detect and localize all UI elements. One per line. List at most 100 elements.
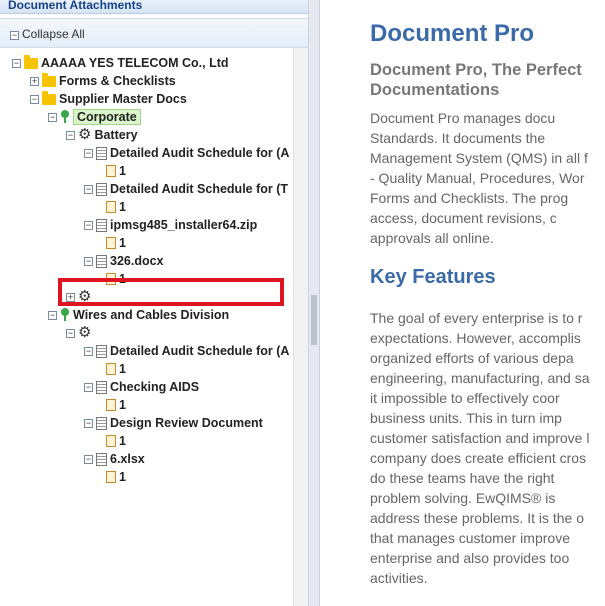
tree-node-label: Wires and Cables Division xyxy=(73,308,230,322)
collapse-toggle-icon[interactable]: − xyxy=(30,94,39,104)
tree-node-supplier[interactable]: − Supplier Master Docs xyxy=(30,90,187,108)
document-tree: − AAAAA YES TELECOM Co., Ltd + Forms & C… xyxy=(0,54,293,606)
text-line: Forms and Checklists. The prog xyxy=(370,190,569,206)
file-icon xyxy=(106,471,116,483)
location-pin-icon xyxy=(60,308,70,322)
collapse-toggle-icon[interactable]: − xyxy=(84,220,93,230)
text-line: customer satisfaction and improve l xyxy=(370,430,590,446)
tree-node-doc[interactable]: − Detailed Audit Schedule for (A xyxy=(84,342,289,360)
tree-node-label: 1 xyxy=(119,164,126,178)
tree-node-label: 1 xyxy=(119,398,126,412)
tree-node-root[interactable]: − AAAAA YES TELECOM Co., Ltd xyxy=(12,54,229,72)
text-line: approvals all online. xyxy=(370,230,494,246)
folder-icon xyxy=(24,54,38,69)
file-icon xyxy=(106,201,116,213)
tree-node-doc[interactable]: − Detailed Audit Schedule for (T xyxy=(84,180,288,198)
tree-node-label: 1 xyxy=(119,434,126,448)
tree-node-doc[interactable]: − Checking AIDS xyxy=(84,378,199,396)
collapse-toggle-icon[interactable]: − xyxy=(84,148,93,158)
document-icon xyxy=(96,146,107,160)
text-line: The goal of every enterprise is to r xyxy=(370,310,583,326)
text-line: do these teams have the right xyxy=(370,470,555,486)
tree-node-label: Supplier Master Docs xyxy=(59,92,187,106)
tree-node-label: 1 xyxy=(119,362,126,376)
tree-node-label: Detailed Audit Schedule for (T xyxy=(110,182,289,196)
document-icon xyxy=(96,416,107,430)
text-line: problem solving. EwQIMS® is xyxy=(370,490,556,506)
text-line: activities. xyxy=(370,570,428,586)
collapse-toggle-icon[interactable]: − xyxy=(84,382,93,392)
tree-node-file[interactable]: 1 xyxy=(106,234,126,252)
tree-node-file[interactable]: 1 xyxy=(106,432,126,450)
page-subtitle: Document Pro, The Perfect Documentations xyxy=(370,60,605,100)
tree-node-wires[interactable]: − Wires and Cables Division xyxy=(48,306,229,324)
collapse-toggle-icon[interactable]: − xyxy=(84,346,93,356)
text-line: organized efforts of various depa xyxy=(370,350,574,366)
tree-node-label: Detailed Audit Schedule for (A xyxy=(110,344,290,358)
tree-node-forms[interactable]: + Forms & Checklists xyxy=(30,72,176,90)
tree-node-doc[interactable]: − ipmsg485_installer64.zip xyxy=(84,216,257,234)
expand-toggle-icon[interactable]: + xyxy=(30,76,39,86)
text-line: that manages customer improve xyxy=(370,530,570,546)
tree-node-label: Design Review Document xyxy=(110,416,263,430)
subtitle-line: Documentations xyxy=(370,81,500,99)
location-pin-icon xyxy=(60,110,70,124)
gear-icon: ⚙ xyxy=(78,324,92,341)
collapse-toggle-icon[interactable]: − xyxy=(84,454,93,464)
tree-node-doc[interactable]: − Detailed Audit Schedule for (A xyxy=(84,144,289,162)
collapse-toggle-icon[interactable]: − xyxy=(48,112,57,122)
subtitle-line: Document Pro, The Perfect xyxy=(370,61,582,79)
document-icon xyxy=(96,452,107,466)
key-features-heading: Key Features xyxy=(370,266,496,288)
text-line: Standards. It documents the xyxy=(370,130,546,146)
tree-scrollbar[interactable] xyxy=(293,48,308,606)
file-icon xyxy=(106,399,116,411)
tree-node-file[interactable]: 1 xyxy=(106,468,126,486)
tree-node-doc[interactable]: − 6.xlsx xyxy=(84,450,145,468)
collapse-toggle-icon[interactable]: − xyxy=(84,184,93,194)
tree-node-file[interactable]: 1 xyxy=(106,360,126,378)
collapse-toggle-icon[interactable]: − xyxy=(84,418,93,428)
collapse-toggle-icon[interactable]: − xyxy=(84,256,93,266)
tree-node-label: Battery xyxy=(94,128,138,142)
text-line: it impossible to effectively coor xyxy=(370,390,560,406)
file-icon xyxy=(106,237,116,249)
folder-icon xyxy=(42,90,56,105)
text-line: Document Pro manages docu xyxy=(370,110,556,126)
collapse-toggle-icon[interactable]: − xyxy=(66,130,75,140)
tree-node-label: ipmsg485_installer64.zip xyxy=(110,218,258,232)
text-line: access, document revisions, c xyxy=(370,210,557,226)
collapse-all-label: Collapse All xyxy=(22,27,85,41)
tree-node-file[interactable]: 1 xyxy=(106,162,126,180)
collapse-toolbar: − Collapse All xyxy=(0,18,308,48)
content-panel: Document Pro Document Pro, The Perfect D… xyxy=(320,0,605,606)
text-line: enterprise and also provides too xyxy=(370,550,570,566)
tree-node-file[interactable]: 1 xyxy=(106,396,126,414)
document-icon xyxy=(96,380,107,394)
tree-node-label: Forms & Checklists xyxy=(59,74,176,88)
tree-node-battery[interactable]: − ⚙ Battery xyxy=(66,126,138,144)
file-icon xyxy=(106,435,116,447)
tree-node-corporate[interactable]: − Corporate xyxy=(48,108,141,126)
panel-title: Document Attachments xyxy=(0,0,308,14)
features-paragraph: The goal of every enterprise is to r exp… xyxy=(370,308,605,588)
splitter-handle[interactable] xyxy=(311,295,317,345)
collapse-toggle-icon[interactable]: − xyxy=(12,58,21,68)
tree-node-group[interactable]: − ⚙ xyxy=(66,324,94,342)
tree-node-doc[interactable]: − Design Review Document xyxy=(84,414,263,432)
tree-node-doc[interactable]: − 326.docx xyxy=(84,252,164,270)
highlight-annotation-box xyxy=(58,278,284,306)
collapse-toggle-icon[interactable]: − xyxy=(66,328,75,338)
tree-node-label: AAAAA YES TELECOM Co., Ltd xyxy=(41,56,229,70)
text-line: engineering, manufacturing, and sa xyxy=(370,370,590,386)
collapse-toggle-icon[interactable]: − xyxy=(48,310,57,320)
tree-node-file[interactable]: 1 xyxy=(106,198,126,216)
text-line: business units. This in turn imp xyxy=(370,410,562,426)
collapse-all-button[interactable]: − Collapse All xyxy=(10,27,85,41)
tree-node-label: 1 xyxy=(119,236,126,250)
document-icon xyxy=(96,218,107,232)
file-icon xyxy=(106,165,116,177)
tree-node-label: 1 xyxy=(119,470,126,484)
gear-icon: ⚙ xyxy=(78,126,92,143)
tree-node-label: 1 xyxy=(119,200,126,214)
